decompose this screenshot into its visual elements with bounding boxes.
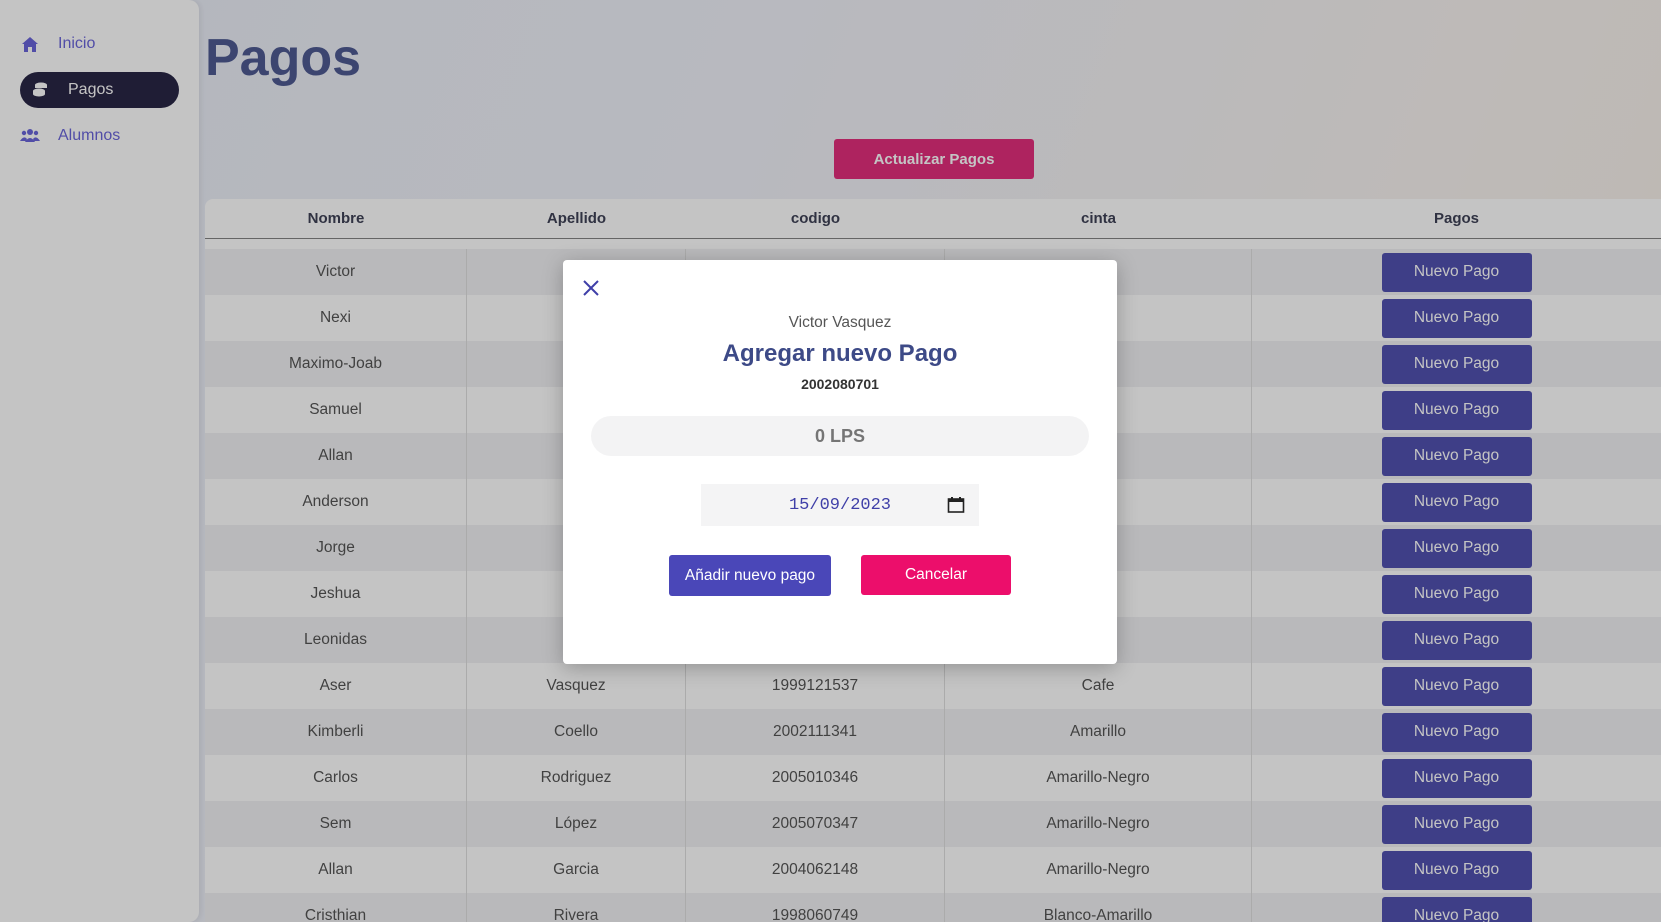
date-input[interactable]: 15/09/2023	[701, 484, 979, 526]
add-payment-button[interactable]: Añadir nuevo pago	[669, 555, 831, 596]
date-value: 15/09/2023	[788, 495, 892, 515]
amount-input[interactable]	[591, 416, 1089, 456]
student-code: 2002080701	[801, 376, 879, 392]
close-icon[interactable]	[581, 278, 601, 298]
calendar-icon[interactable]	[947, 496, 965, 514]
student-name: Victor Vasquez	[788, 314, 892, 331]
modal-title: Agregar nuevo Pago	[722, 340, 958, 367]
new-payment-modal: Victor Vasquez Agregar nuevo Pago 200208…	[563, 260, 1117, 664]
cancel-button[interactable]: Cancelar	[861, 555, 1011, 595]
modal-actions: Añadir nuevo pago Cancelar	[563, 555, 1117, 596]
